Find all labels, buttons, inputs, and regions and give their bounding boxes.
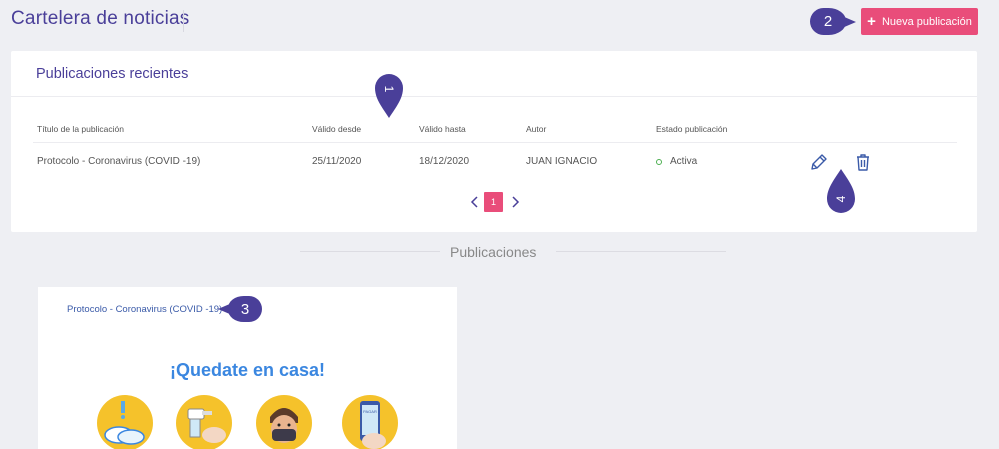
- face-mask-person-icon: [256, 395, 312, 449]
- section-divider-right: [556, 251, 726, 252]
- delete-trash-icon[interactable]: [853, 152, 873, 172]
- recent-publications-card: Publicaciones recientes 1 Título de la p…: [11, 51, 977, 232]
- publications-section-title: Publicaciones: [450, 244, 537, 260]
- page-title: Cartelera de noticias: [11, 8, 190, 29]
- pagination-next-icon[interactable]: [509, 192, 521, 212]
- publication-headline: ¡Quedate en casa!: [169, 360, 326, 380]
- cell-valid-from: 25/11/2020: [312, 156, 362, 167]
- table-divider: [33, 142, 957, 143]
- column-header-author[interactable]: Autor: [526, 124, 546, 134]
- cell-valid-to: 18/12/2020: [419, 156, 470, 167]
- title-divider: [183, 10, 184, 32]
- new-publication-label: Nueva publicación: [881, 15, 972, 28]
- card-divider: [11, 96, 977, 97]
- hand-washing-icon: [97, 395, 153, 449]
- column-header-title[interactable]: Título de la publicación: [37, 124, 124, 134]
- annotation-marker-3: 3: [218, 296, 262, 322]
- column-header-valid-from[interactable]: Válido desde: [312, 124, 361, 134]
- annotation-marker-4-label: 4: [834, 195, 848, 202]
- publication-card-link[interactable]: Protocolo - Coronavirus (COVID -19): [67, 304, 222, 315]
- recent-publications-title: Publicaciones recientes: [36, 66, 189, 82]
- annotation-marker-1: 1: [375, 74, 403, 118]
- annotation-marker-2: 2: [810, 8, 856, 35]
- mobile-payment-icon: PAGAR: [342, 395, 398, 449]
- annotation-marker-1-label: 1: [382, 86, 396, 93]
- cell-status: Activa: [670, 156, 698, 167]
- section-divider-left: [300, 251, 440, 252]
- status-active-icon: [656, 159, 662, 165]
- column-header-valid-to[interactable]: Válido hasta: [419, 124, 466, 134]
- sanitizer-spray-icon: [176, 395, 232, 449]
- annotation-marker-4: 4: [827, 169, 855, 213]
- pagination-page[interactable]: 1: [484, 192, 503, 212]
- column-header-status[interactable]: Estado publicación: [656, 124, 727, 134]
- edit-pencil-icon[interactable]: [809, 152, 829, 172]
- new-publication-button[interactable]: + Nueva publicación: [861, 8, 978, 35]
- svg-text:PAGAR: PAGAR: [363, 409, 377, 414]
- pagination-prev-icon[interactable]: [469, 192, 481, 212]
- cell-author: JUAN IGNACIO: [526, 156, 598, 167]
- cell-title: Protocolo - Coronavirus (COVID -19): [37, 156, 201, 167]
- plus-icon: +: [867, 13, 876, 30]
